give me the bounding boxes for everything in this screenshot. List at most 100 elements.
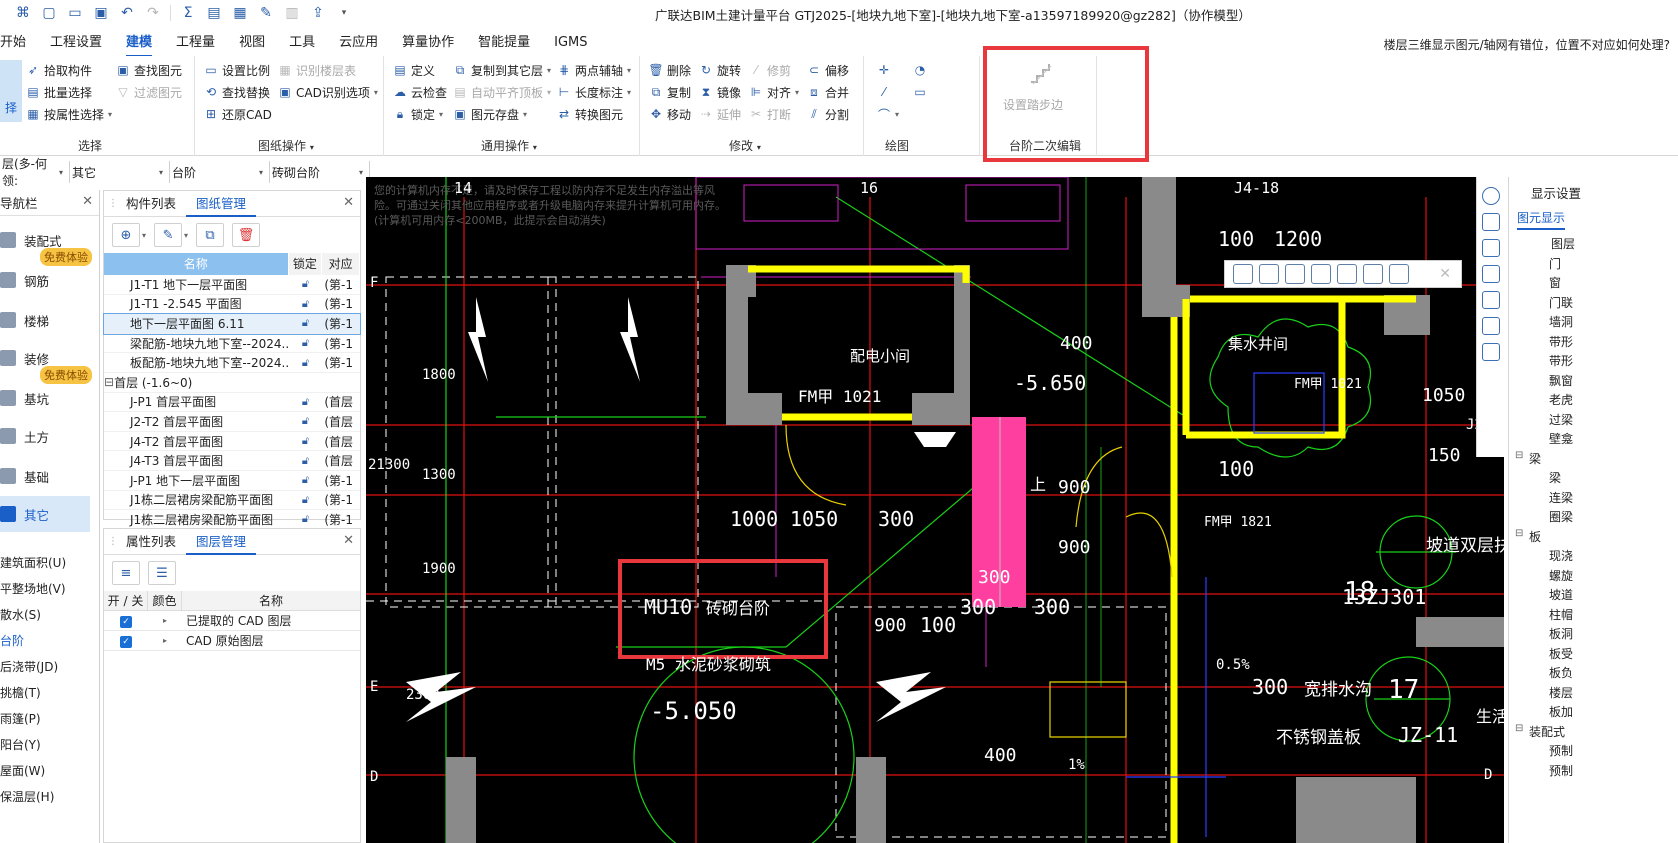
drawing-row[interactable]: J1-T1 地下一层平面图 🔓︎ (第-1 [104, 275, 360, 295]
drawing-row[interactable]: J4-T2 首层平面图 🔓︎ (首层 [104, 432, 360, 452]
drag-handle-icon[interactable]: ⋮ [108, 536, 118, 547]
top-view-icon[interactable] [1481, 239, 1500, 257]
menu-igms[interactable]: IGMS [542, 32, 599, 54]
edit-drawing-icon[interactable]: ✎ [154, 223, 183, 247]
layer-list-icon[interactable]: ≡ [112, 561, 140, 585]
new-icon[interactable]: ▢ [36, 2, 62, 24]
break-button[interactable]: ✂ 打断 [749, 104, 791, 124]
copy-button[interactable]: ⧉ 复制 [649, 82, 691, 102]
floor-selector[interactable]: 层(多-何领: ▾ [0, 157, 70, 188]
cloud-check-button[interactable]: ☁ 云检查 [393, 82, 447, 102]
display-item[interactable]: 板加 [1549, 703, 1573, 720]
close-icon[interactable]: ✕ [343, 533, 354, 548]
collapse-icon[interactable]: ⊟ [1515, 450, 1523, 461]
help-question-link[interactable]: 楼层三维显示图元/轴网有错位，位置不对应如何处理? [1384, 36, 1670, 53]
drawing-row[interactable]: J1栋二层裙房梁配筋平面图 🔓︎ (第-1 [104, 491, 360, 511]
drawing-row[interactable]: J1-T1 -2.545 平面图 🔓︎ (第-1 [104, 295, 360, 315]
close-icon[interactable]: ✕ [82, 194, 93, 209]
drawing-row[interactable]: 梁配筋-地块九地下室--2024... 🔓︎ (第-1 [104, 334, 360, 354]
copy-drawing-icon[interactable]: ⧉ [196, 223, 225, 247]
tab-element-display[interactable]: 图元显示 [1517, 209, 1566, 230]
chevron-down-icon[interactable]: ▾ [184, 231, 188, 240]
drag-handle-icon[interactable]: ⋮ [108, 198, 118, 209]
sub-item-canopy[interactable]: 雨篷(P) [0, 710, 41, 727]
display-item[interactable]: 螺旋 [1549, 567, 1573, 584]
delete-drawing-icon[interactable]: 🗑︎ [232, 223, 261, 247]
sub-item-steps[interactable]: 台阶 [0, 632, 24, 649]
app-icon[interactable]: ⌘ [10, 2, 36, 24]
tab-property-list[interactable]: 属性列表 [116, 529, 186, 555]
display-item[interactable]: 门 [1549, 255, 1561, 272]
lock-icon[interactable]: 🔓︎ [289, 356, 323, 370]
align-button[interactable]: ⊫ 对齐 ▾ [749, 82, 799, 102]
collapse-icon[interactable]: ⊟ [1515, 528, 1523, 539]
lock-icon[interactable]: 🔓︎ [289, 277, 323, 291]
display-item[interactable]: 图层 [1551, 235, 1575, 252]
draw-arc-button[interactable]: ⌒ ▾ [877, 104, 899, 124]
display-item[interactable]: 过梁 [1549, 411, 1573, 428]
draw-rect-button[interactable]: ▭ [913, 82, 927, 102]
menu-smart-extract[interactable]: 智能提量 [466, 32, 542, 54]
rotate-button[interactable]: ↻ 旋转 [699, 60, 741, 80]
category-selector[interactable]: 其它 ▾ [70, 161, 170, 183]
image-icon[interactable]: ▤ [201, 2, 227, 24]
display-settings-icon[interactable] [1481, 343, 1500, 361]
grid-icon[interactable]: ▦ [227, 2, 253, 24]
lock-icon[interactable]: 🔓︎ [289, 434, 323, 448]
nav-item-pit[interactable]: 基坑 [0, 380, 90, 416]
sub-item-building-area[interactable]: 建筑面积(U) [0, 554, 66, 571]
menu-quantity[interactable]: 工程量 [164, 32, 227, 54]
iso-view-icon[interactable] [1481, 265, 1500, 283]
open-icon[interactable]: ▭ [62, 2, 88, 24]
more-icon[interactable]: ▾ [331, 2, 357, 24]
display-item[interactable]: 窗 [1549, 274, 1561, 291]
drawing-row[interactable]: J2-T2 首层平面图 🔓︎ (首层 [104, 412, 360, 432]
settings-tool-icon[interactable] [1389, 264, 1409, 284]
checkbox-checked[interactable]: ✓ [120, 616, 132, 628]
display-group-header[interactable]: 板 [1529, 528, 1541, 545]
lock-icon[interactable]: 🔓︎ [289, 493, 323, 507]
display-item[interactable]: 柱帽 [1549, 606, 1573, 623]
display-item[interactable]: 连梁 [1549, 489, 1573, 506]
expand-icon[interactable]: ▸ [148, 616, 182, 625]
restore-cad-button[interactable]: ⊞ 还原CAD [204, 104, 272, 124]
display-item[interactable]: 现浇 [1549, 547, 1573, 564]
delete-button[interactable]: 🗑︎ 删除 [648, 60, 691, 80]
edit-icon[interactable]: ✎ [253, 2, 279, 24]
sub-item-balcony[interactable]: 阳台(Y) [0, 736, 41, 753]
draw-point-button[interactable]: ✛ [877, 60, 891, 80]
collapse-icon[interactable]: ⊟ [1515, 723, 1523, 734]
drawing-group-row[interactable]: ⊟ 首层 (-1.6~0) [104, 373, 360, 393]
convert-element-button[interactable]: ⇄ 转换图元 [557, 104, 623, 124]
layer-row[interactable]: ✓ ▸ CAD 原始图层 [104, 631, 360, 651]
trim-button[interactable]: ⁄ 修剪 [749, 60, 791, 80]
select-button[interactable]: 择 [0, 60, 22, 122]
drawing-row[interactable]: J-P1 首层平面图 🔓︎ (首层 [104, 393, 360, 413]
display-item[interactable]: 坡道 [1549, 586, 1573, 603]
component-selector[interactable]: 砖砌台阶 ▾ [270, 161, 370, 183]
layer-row[interactable]: ✓ ▸ 已提取的 CAD 图层 [104, 611, 360, 631]
extend-button[interactable]: ⇢ 延伸 [699, 104, 741, 124]
lock-icon[interactable]: 🔓︎ [289, 297, 323, 311]
check-tool-icon[interactable] [1337, 264, 1357, 284]
layer-filter-icon[interactable]: ☰ [148, 561, 176, 585]
close-icon[interactable]: ✕ [1439, 266, 1451, 282]
undo-icon[interactable]: ↶ [114, 2, 140, 24]
display-item[interactable]: 圈梁 [1549, 508, 1573, 525]
auto-align-top-button[interactable]: ▤ 自动平齐顶板 ▾ [453, 82, 551, 102]
display-item[interactable]: 板受 [1549, 645, 1573, 662]
save-icon[interactable]: ▣ [88, 2, 114, 24]
mirror-button[interactable]: ⧗ 镜像 [699, 82, 741, 102]
sub-item-roof[interactable]: 屋面(W) [0, 762, 45, 779]
display-item[interactable]: 楼层 [1549, 684, 1573, 701]
nav-item-stairs[interactable]: 楼梯 [0, 302, 90, 338]
lock-icon[interactable]: 🔓︎ [289, 473, 323, 487]
display-item[interactable]: 壁龛 [1549, 430, 1573, 447]
menu-cloud[interactable]: 云应用 [327, 32, 390, 54]
redo-icon[interactable]: ↷ [140, 2, 166, 24]
menu-collab[interactable]: 算量协作 [390, 32, 466, 54]
formula-icon[interactable]: Σ [175, 2, 201, 24]
refresh-tool-icon[interactable] [1311, 264, 1331, 284]
draw-rotate-point-button[interactable]: ◔ [913, 60, 927, 80]
lock-icon[interactable]: 🔓︎ [289, 336, 323, 350]
